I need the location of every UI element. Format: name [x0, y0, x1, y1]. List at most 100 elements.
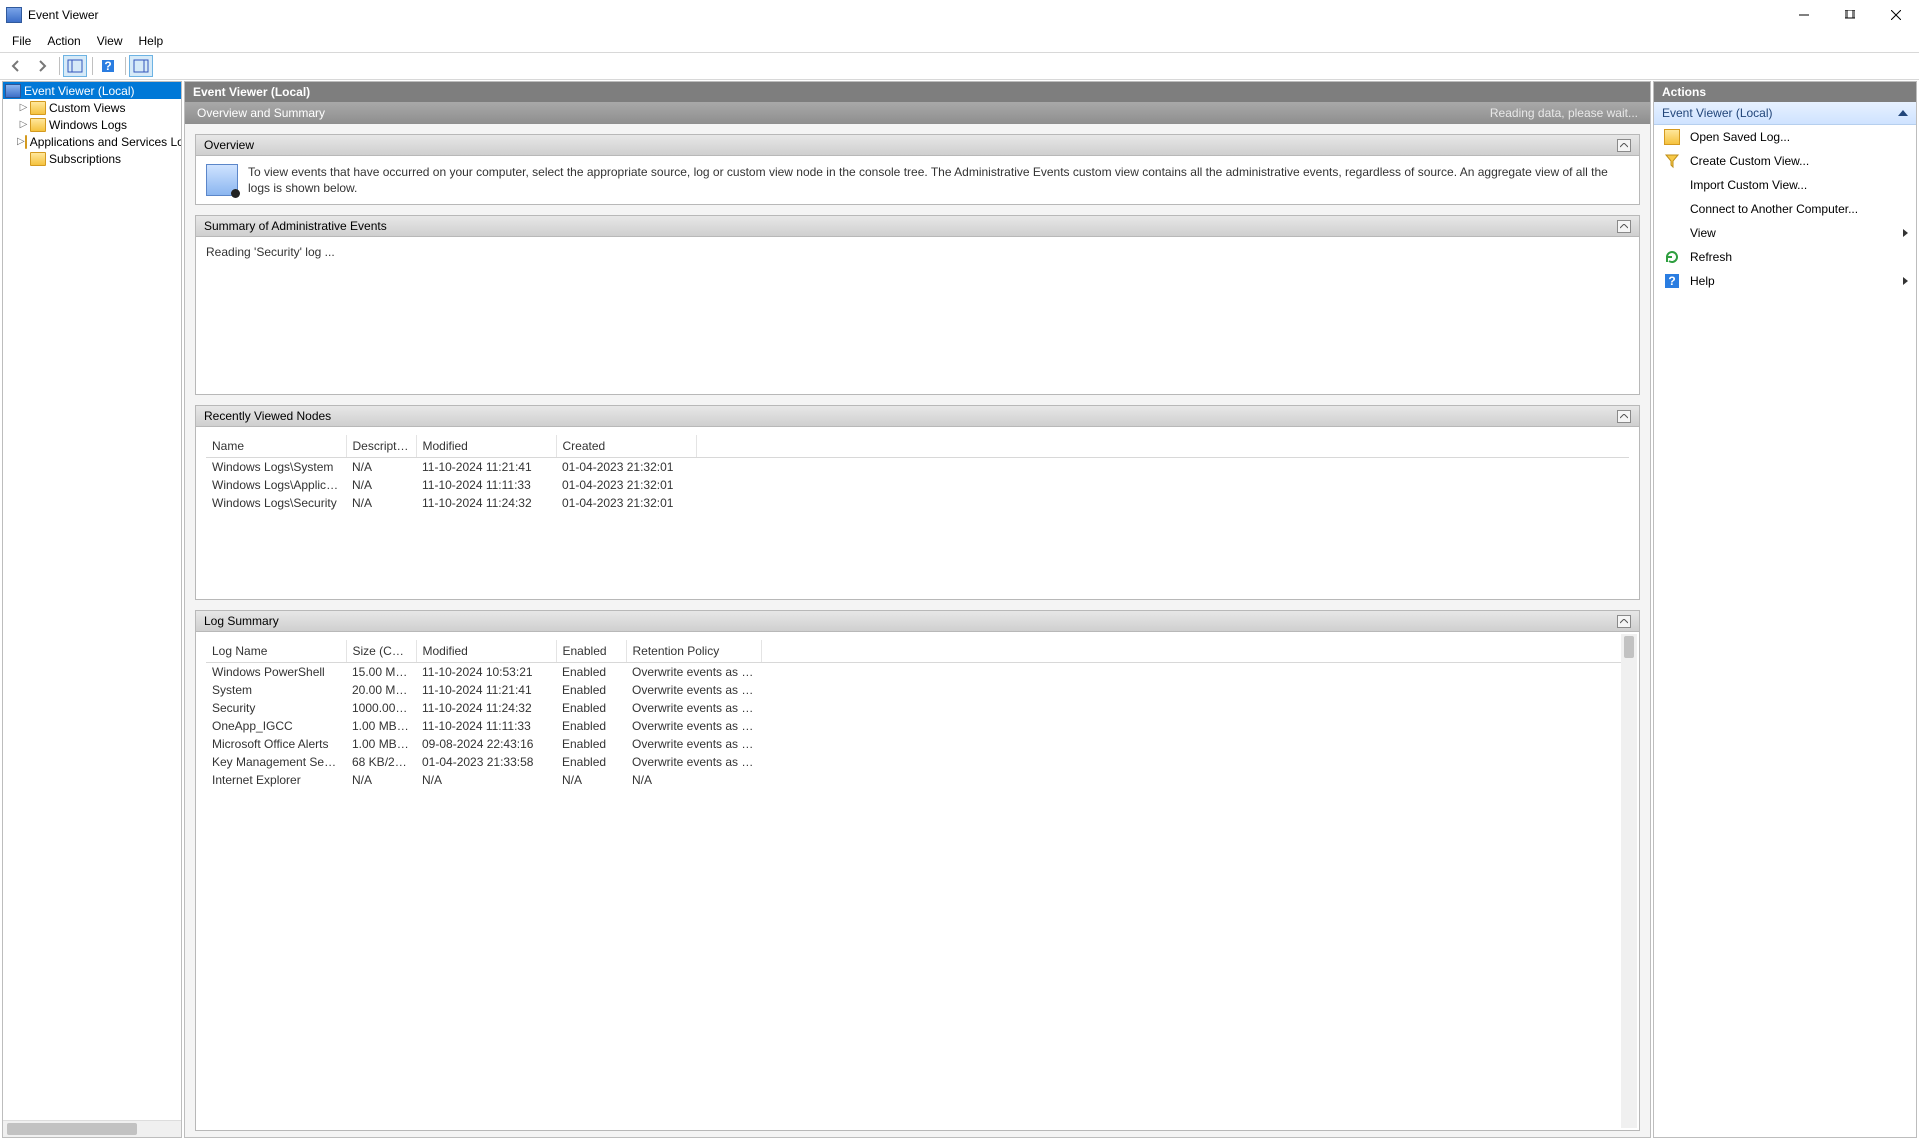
cell: OneApp_IGCC [206, 717, 346, 735]
svg-text:?: ? [1668, 274, 1675, 288]
cell: Windows Logs\System [206, 458, 346, 477]
tree-root[interactable]: Event Viewer (Local) [3, 82, 181, 99]
scrollbar-thumb[interactable] [1624, 636, 1634, 658]
cell: 11-10-2024 11:21:41 [416, 458, 556, 477]
actions-context-label: Event Viewer (Local) [1662, 106, 1773, 120]
collapse-icon[interactable] [1617, 615, 1631, 628]
close-button[interactable] [1873, 0, 1919, 30]
recent-group-title: Recently Viewed Nodes [204, 409, 331, 423]
console-tree-pane: Event Viewer (Local) ▷ Custom Views ▷ Wi… [2, 81, 182, 1138]
recent-group-header[interactable]: Recently Viewed Nodes [196, 406, 1639, 427]
action-view[interactable]: View [1654, 221, 1916, 245]
center-body: Overview To view events that have occurr… [185, 124, 1650, 1137]
table-row[interactable]: Windows Logs\SecurityN/A11-10-2024 11:24… [206, 494, 1629, 512]
table-row[interactable]: Internet ExplorerN/AN/AN/AN/A [206, 771, 1629, 789]
cell: Enabled [556, 663, 626, 682]
table-row[interactable]: Security1000.00 M...11-10-2024 11:24:32E… [206, 699, 1629, 717]
cell-spacer [696, 476, 1629, 494]
actions-context-header[interactable]: Event Viewer (Local) [1654, 102, 1916, 125]
table-row[interactable]: OneApp_IGCC1.00 MB/1...11-10-2024 11:11:… [206, 717, 1629, 735]
summary-group-body: Reading 'Security' log ... [196, 237, 1639, 394]
tree-item-app-services-logs[interactable]: ▷ Applications and Services Logs [3, 133, 181, 150]
actions-header: Actions [1654, 82, 1916, 102]
refresh-icon [1664, 249, 1680, 265]
menu-view[interactable]: View [89, 31, 131, 51]
col-created[interactable]: Created [556, 435, 696, 458]
table-row[interactable]: System20.00 MB/...11-10-2024 11:21:41Ena… [206, 681, 1629, 699]
menu-file[interactable]: File [4, 31, 39, 51]
table-row[interactable]: Key Management Service68 KB/20 ...01-04-… [206, 753, 1629, 771]
svg-text:?: ? [104, 59, 111, 73]
collapse-icon[interactable] [1617, 410, 1631, 423]
app-icon [6, 7, 22, 23]
overview-info-icon [206, 164, 238, 196]
show-hide-action-pane-button[interactable] [129, 55, 153, 77]
overview-group-header[interactable]: Overview [196, 135, 1639, 156]
action-create-custom-view[interactable]: Create Custom View... [1654, 149, 1916, 173]
col-enabled[interactable]: Enabled [556, 640, 626, 663]
collapse-up-icon[interactable] [1898, 110, 1908, 116]
action-label: View [1690, 226, 1716, 240]
blank-icon [1664, 225, 1680, 241]
col-log-name[interactable]: Log Name [206, 640, 346, 663]
cell: Windows PowerShell [206, 663, 346, 682]
minimize-button[interactable] [1781, 0, 1827, 30]
center-pane: Event Viewer (Local) Overview and Summar… [184, 81, 1651, 1138]
action-open-saved-log[interactable]: Open Saved Log... [1654, 125, 1916, 149]
table-row[interactable]: Microsoft Office Alerts1.00 MB/1...09-08… [206, 735, 1629, 753]
cell: Overwrite events as nece... [626, 699, 761, 717]
collapse-icon[interactable] [1617, 139, 1631, 152]
expander-icon[interactable]: ▷ [17, 102, 30, 113]
col-modified[interactable]: Modified [416, 435, 556, 458]
summary-group-header[interactable]: Summary of Administrative Events [196, 216, 1639, 237]
cell: 1.00 MB/1... [346, 717, 416, 735]
cell: N/A [556, 771, 626, 789]
col-modified[interactable]: Modified [416, 640, 556, 663]
tree-item-windows-logs[interactable]: ▷ Windows Logs [3, 116, 181, 133]
cell: 11-10-2024 11:24:32 [416, 494, 556, 512]
action-refresh[interactable]: Refresh [1654, 245, 1916, 269]
col-name[interactable]: Name [206, 435, 346, 458]
show-hide-console-tree-button[interactable] [63, 55, 87, 77]
collapse-icon[interactable] [1617, 220, 1631, 233]
menu-action[interactable]: Action [39, 31, 88, 51]
col-size[interactable]: Size (Curre... [346, 640, 416, 663]
tree-item-label: Custom Views [49, 101, 125, 115]
action-help[interactable]: ?Help [1654, 269, 1916, 293]
scrollbar-thumb[interactable] [7, 1123, 137, 1135]
table-row[interactable]: Windows Logs\SystemN/A11-10-2024 11:21:4… [206, 458, 1629, 477]
overview-summary-header: Overview and Summary Reading data, pleas… [185, 102, 1650, 124]
expander-icon[interactable]: ▷ [17, 136, 25, 147]
cell-spacer [761, 699, 1629, 717]
table-row[interactable]: Windows Logs\ApplicationN/A11-10-2024 11… [206, 476, 1629, 494]
tree-horizontal-scrollbar[interactable] [3, 1120, 181, 1137]
cell: 01-04-2023 21:32:01 [556, 476, 696, 494]
cell: Overwrite events as nece... [626, 717, 761, 735]
tree-item-subscriptions[interactable]: ▷ Subscriptions [3, 150, 181, 167]
expander-icon[interactable]: ▷ [17, 119, 30, 130]
menu-help[interactable]: Help [131, 31, 172, 51]
action-import-custom-view[interactable]: Import Custom View... [1654, 173, 1916, 197]
tree-item-custom-views[interactable]: ▷ Custom Views [3, 99, 181, 116]
cell: N/A [346, 494, 416, 512]
help-button[interactable]: ? [96, 55, 120, 77]
recent-nodes-table[interactable]: Name Description Modified Created Window… [206, 435, 1629, 512]
table-row[interactable]: Windows PowerShell15.00 MB/...11-10-2024… [206, 663, 1629, 682]
forward-button[interactable] [30, 55, 54, 77]
cell: Security [206, 699, 346, 717]
log-summary-table[interactable]: Log Name Size (Curre... Modified Enabled… [206, 640, 1629, 789]
log-summary-group-header[interactable]: Log Summary [196, 611, 1639, 632]
console-tree[interactable]: Event Viewer (Local) ▷ Custom Views ▷ Wi… [3, 82, 181, 1120]
folder-icon [30, 152, 46, 166]
col-retention[interactable]: Retention Policy [626, 640, 761, 663]
cell: 01-04-2023 21:32:01 [556, 458, 696, 477]
cell: System [206, 681, 346, 699]
cell: 09-08-2024 22:43:16 [416, 735, 556, 753]
log-summary-scrollbar[interactable] [1621, 634, 1637, 1128]
recent-group-body: Name Description Modified Created Window… [196, 427, 1639, 599]
blank-icon [1664, 201, 1680, 217]
col-description[interactable]: Description [346, 435, 416, 458]
back-button[interactable] [4, 55, 28, 77]
maximize-button[interactable] [1827, 0, 1873, 30]
action-connect-to-another-computer[interactable]: Connect to Another Computer... [1654, 197, 1916, 221]
